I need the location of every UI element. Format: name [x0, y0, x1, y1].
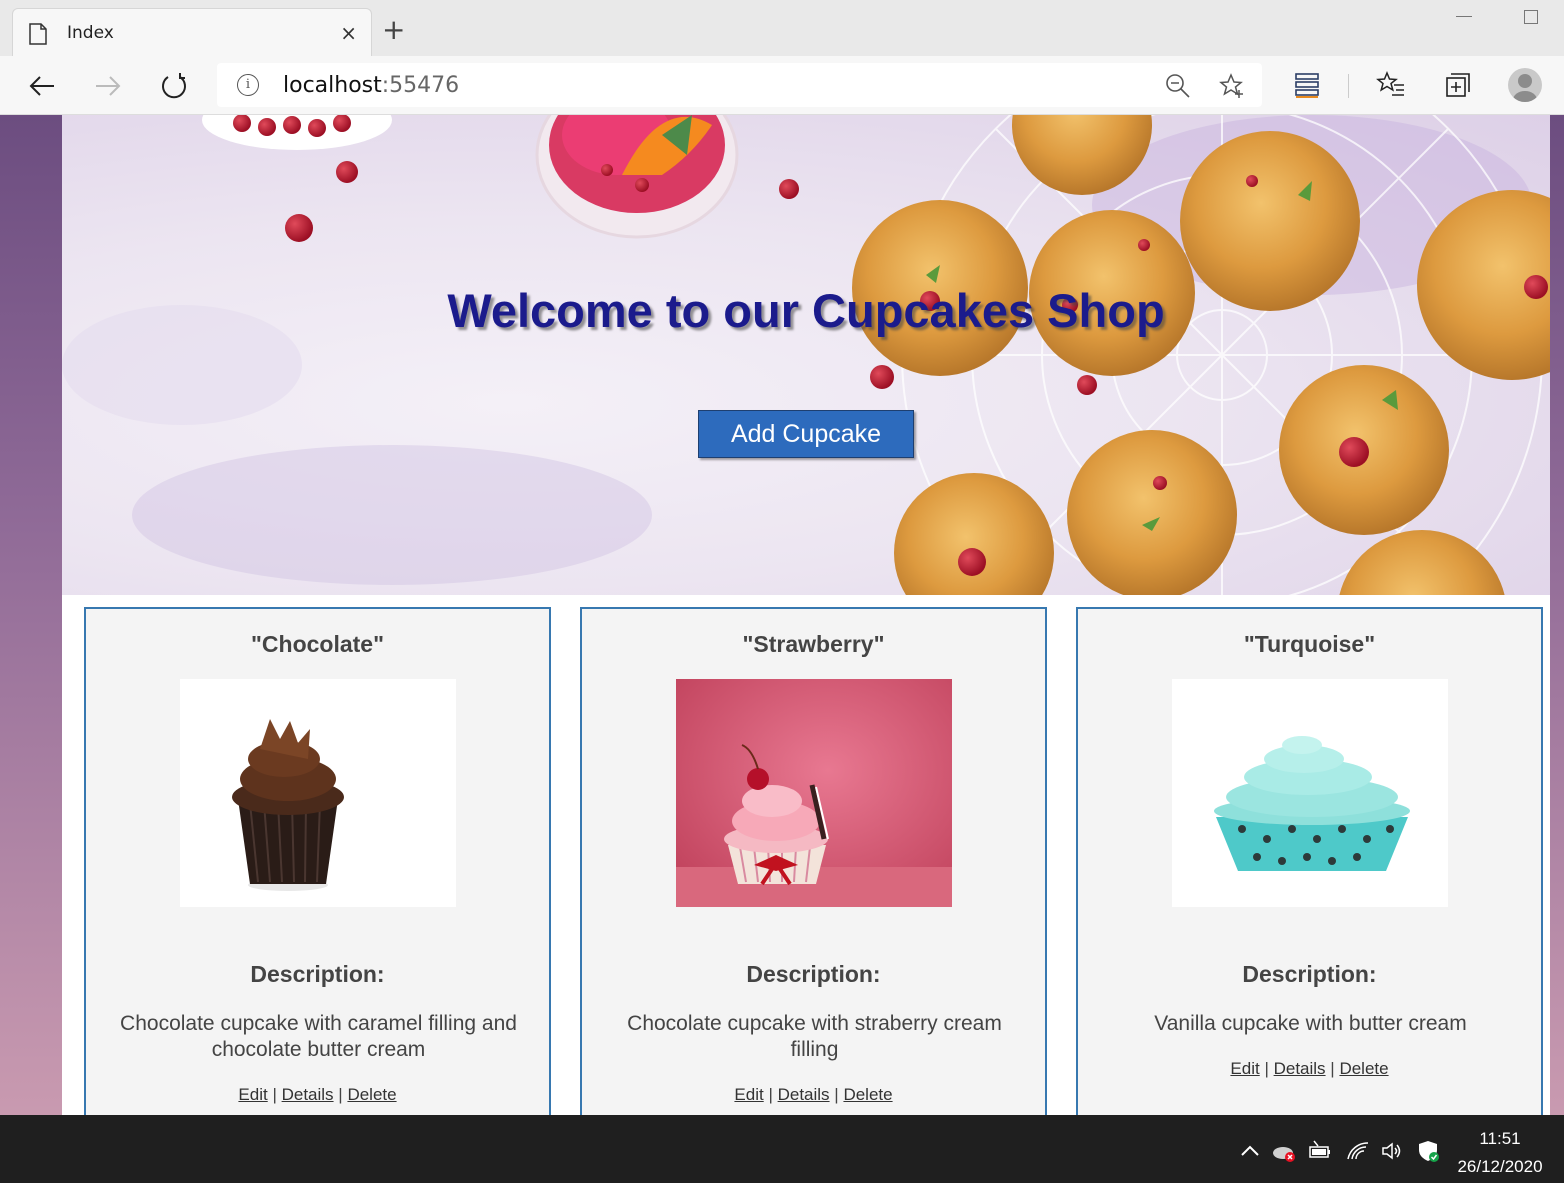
address-bar[interactable]: i localhost:55476 [217, 63, 1262, 107]
clock-date[interactable]: 26/12/2020 [1440, 1157, 1560, 1177]
favorite-star-icon[interactable] [1219, 73, 1245, 99]
hero-banner: Welcome to our Cupcakes Shop Add Cupcake [62, 115, 1550, 595]
add-cupcake-button[interactable]: Add Cupcake [698, 410, 914, 458]
refresh-icon [162, 73, 186, 99]
link-separator: | [829, 1085, 844, 1104]
cupcake-description: Chocolate cupcake with straberry cream f… [627, 1012, 1002, 1061]
chevron-up-icon[interactable] [1238, 1139, 1262, 1163]
security-shield-icon[interactable] [1416, 1139, 1440, 1163]
card-actions: Edit | Details | Delete [582, 1085, 1045, 1105]
page-body: Welcome to our Cupcakes Shop Add Cupcake… [62, 115, 1550, 1115]
link-separator: | [267, 1085, 282, 1104]
edit-link[interactable]: Edit [734, 1085, 763, 1104]
delete-link[interactable]: Delete [347, 1085, 396, 1104]
cupcake-image [180, 679, 456, 907]
cupcake-card-list: "Chocolate" Description: Chocolate cupca… [62, 595, 1550, 1115]
collections-icon[interactable] [1292, 70, 1322, 100]
link-separator: | [1325, 1059, 1340, 1078]
link-separator: | [763, 1085, 778, 1104]
hero-title: Welcome to our Cupcakes Shop [447, 284, 1165, 337]
link-separator: | [333, 1085, 348, 1104]
cupcake-name: "Strawberry" [742, 631, 885, 657]
details-link[interactable]: Details [1274, 1059, 1326, 1078]
extensions-icon[interactable] [1442, 70, 1472, 100]
page-icon [29, 23, 47, 45]
cupcake-name: "Chocolate" [251, 631, 384, 657]
browser-navbar: i localhost:55476 [0, 56, 1564, 115]
hero-background-image [62, 115, 1550, 595]
description-heading: Description: [250, 961, 385, 987]
cupcake-description: Vanilla cupcake with butter cream [1154, 1012, 1467, 1035]
page-viewport: Welcome to our Cupcakes Shop Add Cupcake… [0, 115, 1564, 1115]
toolbar-separator [1348, 74, 1349, 98]
minimize-button[interactable] [1456, 16, 1472, 17]
cupcake-description: Chocolate cupcake with caramel filling a… [120, 1012, 517, 1061]
card-actions: Edit | Details | Delete [1078, 1059, 1541, 1079]
refresh-button[interactable] [156, 68, 192, 104]
zoom-icon[interactable] [1165, 73, 1191, 99]
description-heading: Description: [1242, 961, 1377, 987]
volume-icon[interactable] [1380, 1139, 1404, 1163]
tab-close-icon[interactable]: × [340, 23, 357, 43]
delete-link[interactable]: Delete [843, 1085, 892, 1104]
cupcake-card: "Turquoise" Description: Vanilla cupcake… [1076, 607, 1543, 1115]
tab-title: Index [67, 23, 114, 43]
back-button[interactable] [24, 68, 60, 104]
link-separator: | [1259, 1059, 1274, 1078]
address-url[interactable]: localhost:55476 [283, 73, 459, 98]
cupcake-image [676, 679, 952, 907]
delete-link[interactable]: Delete [1339, 1059, 1388, 1078]
address-port: :55476 [381, 73, 460, 98]
forward-icon [96, 76, 121, 96]
onedrive-icon[interactable] [1272, 1139, 1296, 1163]
details-link[interactable]: Details [778, 1085, 830, 1104]
battery-icon[interactable] [1308, 1139, 1332, 1163]
address-host: localhost [283, 73, 382, 98]
cupcake-card: "Chocolate" Description: Chocolate cupca… [84, 607, 551, 1115]
edit-link[interactable]: Edit [238, 1085, 267, 1104]
cupcake-card: "Strawberry" Description: Chocolate cupc… [580, 607, 1047, 1115]
profile-icon[interactable] [1508, 68, 1542, 102]
info-icon[interactable]: i [237, 74, 259, 96]
browser-titlebar: Index × + [0, 0, 1564, 60]
new-tab-button[interactable]: + [382, 16, 405, 44]
browser-tab[interactable]: Index × [12, 8, 372, 58]
cupcake-name: "Turquoise" [1243, 631, 1376, 657]
clock-time[interactable]: 11:51 [1440, 1129, 1560, 1149]
wifi-icon[interactable] [1346, 1139, 1370, 1163]
edit-link[interactable]: Edit [1230, 1059, 1259, 1078]
card-actions: Edit | Details | Delete [86, 1085, 549, 1105]
details-link[interactable]: Details [282, 1085, 334, 1104]
back-icon [29, 76, 54, 96]
cupcake-image [1172, 679, 1448, 907]
forward-button[interactable] [90, 68, 126, 104]
description-heading: Description: [746, 961, 881, 987]
favorites-list-icon[interactable] [1376, 70, 1406, 100]
maximize-button[interactable] [1524, 10, 1538, 24]
taskbar: 11:51 26/12/2020 [0, 1115, 1564, 1183]
